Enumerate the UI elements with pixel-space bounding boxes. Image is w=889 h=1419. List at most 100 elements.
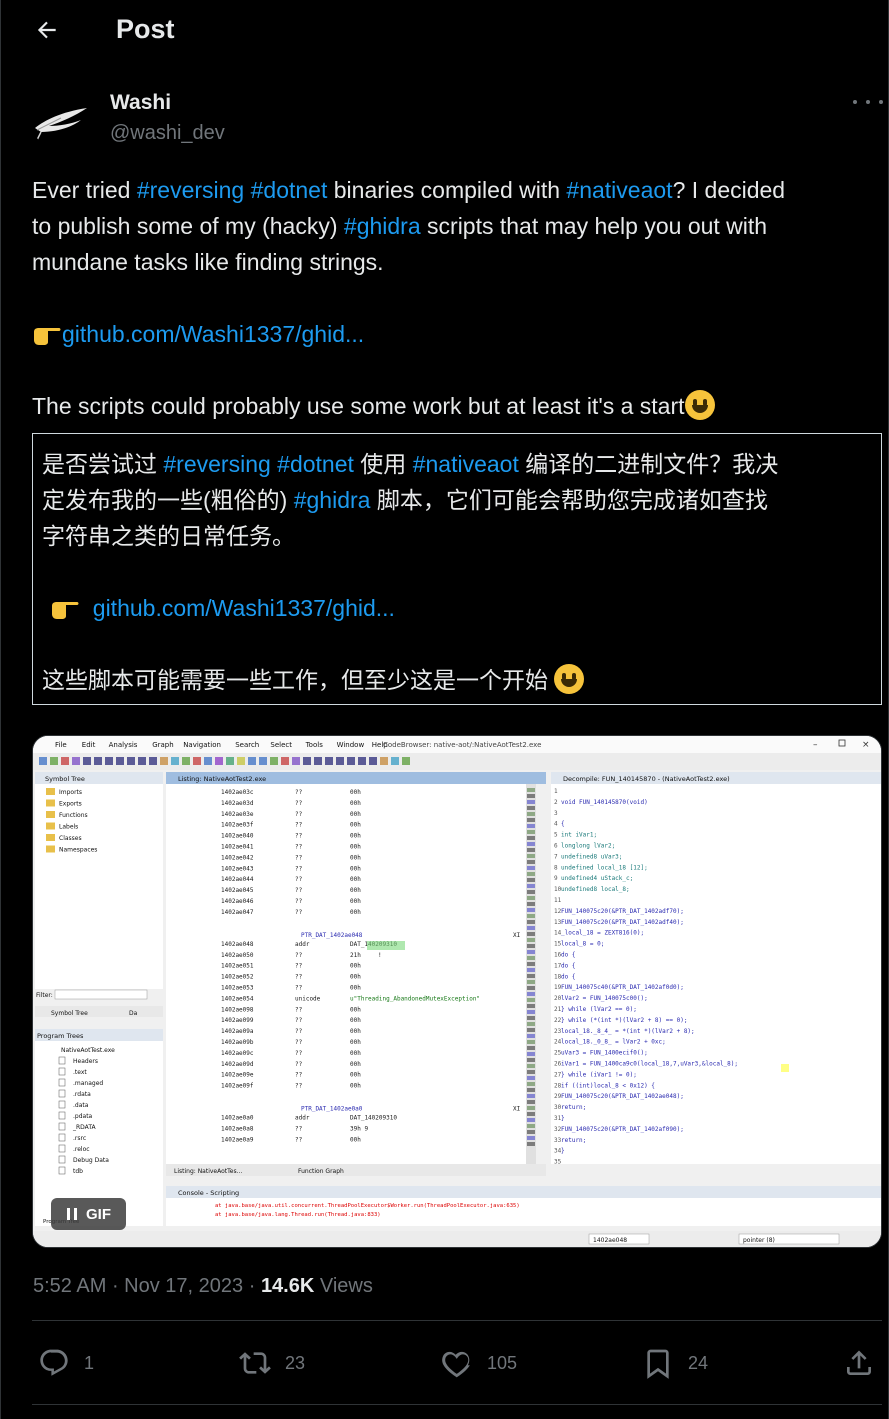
post-line: mundane tasks like finding strings. — [32, 249, 384, 275]
menu-item: Edit — [82, 741, 96, 749]
decompile-line: } — [561, 1148, 565, 1155]
divider — [32, 1404, 882, 1405]
folder-icon — [46, 834, 55, 841]
program-tree-item: .rsrc — [73, 1135, 86, 1142]
folder-icon — [46, 822, 55, 830]
listing-row-mnemonic: ?? — [295, 952, 303, 959]
overview-segment — [527, 830, 535, 834]
toolbar-icon — [358, 757, 366, 765]
listing-label: PTR_DAT_1402ae048 — [301, 932, 363, 939]
views-count: 14.6K — [260, 1275, 315, 1297]
decompile-line: local_18._8_4_ = *(int *)(lVar2 + 8); — [561, 1028, 695, 1035]
github-link[interactable]: github.com/Washi1337/ghid... — [93, 595, 395, 621]
listing-row-operand: u"Threading_AbandonedMutexException" — [350, 995, 480, 1002]
hashtag-link[interactable]: #nativeaot — [413, 451, 519, 477]
data-type-tab: Da — [129, 1010, 138, 1017]
media-gif[interactable]: File Edit Analysis Graph Navigation Search Sel… — [32, 735, 882, 1248]
overview-segment — [527, 806, 535, 810]
toolbar-icon — [314, 757, 322, 765]
author-name[interactable]: Washi — [110, 91, 171, 115]
hashtag-link[interactable]: #nativeaot — [566, 177, 672, 203]
listing-row-address: 1402ae040 — [221, 833, 254, 840]
listing-row-operand: 39h 9 — [350, 1125, 368, 1132]
toolbar-icon — [193, 757, 201, 765]
overview-segment — [527, 932, 535, 936]
listing-row-operand: 00h — [350, 898, 361, 905]
pointing-hand-icon — [52, 602, 79, 619]
hashtag-link[interactable]: #reversing — [163, 451, 270, 477]
toolbar-icon — [105, 757, 113, 765]
xref-marker: XI — [513, 932, 521, 939]
author-handle[interactable]: @washi_dev — [110, 122, 225, 145]
symbol-tree-tab: Symbol Tree — [51, 1010, 88, 1017]
line-number: 6 — [554, 843, 558, 850]
overview-segment — [527, 836, 535, 840]
decompile-line: FUN_140075c20(&PTR_DAT_1402af090); — [561, 1126, 684, 1133]
hashtag-link[interactable]: #dotnet — [251, 177, 328, 203]
program-tree-item: .rdata — [73, 1091, 91, 1098]
toolbar-icon — [215, 757, 223, 765]
repost-count: 23 — [285, 1352, 306, 1373]
translation-line — [42, 554, 872, 590]
file-icon — [58, 1067, 66, 1076]
reply-button[interactable]: 1 — [38, 1343, 94, 1383]
share-button[interactable] — [843, 1343, 875, 1383]
overview-segment — [527, 938, 535, 942]
overview-segment — [527, 1142, 535, 1146]
toolbar-icon — [72, 757, 80, 765]
overview-segment — [527, 986, 535, 990]
reply-icon — [40, 1349, 68, 1376]
like-button[interactable]: 105 — [441, 1343, 517, 1383]
symbol-tree-item: Namespaces — [59, 847, 97, 854]
overview-segment — [527, 920, 535, 924]
hashtag-link[interactable]: #reversing — [137, 177, 244, 203]
listing-title: Listing: NativeAotTest2.exe — [178, 775, 266, 783]
hashtag-link[interactable]: #ghidra — [294, 487, 371, 513]
bookmark-button[interactable]: 24 — [642, 1343, 708, 1383]
toolbar-icon — [138, 757, 146, 765]
overview-segment — [527, 1106, 535, 1110]
program-root: NativeAotTest.exe — [61, 1047, 115, 1054]
menu-item: Select — [270, 741, 292, 749]
menu-item: Analysis — [109, 741, 138, 749]
listing-row-operand: 00h — [350, 1028, 361, 1035]
gif-badge[interactable]: GIF — [51, 1198, 126, 1230]
listing-row-operand: 00h — [350, 985, 361, 992]
translation-line — [42, 626, 872, 662]
toolbar-icon — [270, 757, 278, 765]
listing-row-operand: 00h — [350, 1061, 361, 1068]
post-date[interactable]: Nov 17, 2023 — [124, 1275, 243, 1297]
listing-row-mnemonic: ?? — [295, 985, 303, 992]
translation-line: 这些脚本可能需要一些工作，但至少这是一个开始 — [42, 662, 872, 698]
decompile-line: do { — [561, 962, 575, 969]
listing-row-mnemonic: ?? — [295, 1072, 303, 1079]
file-icon — [58, 1056, 66, 1065]
more-options-button[interactable] — [853, 92, 883, 112]
overview-segment — [527, 872, 535, 876]
avatar[interactable] — [31, 90, 91, 150]
file-icon — [58, 1155, 66, 1164]
hashtag-link[interactable]: #dotnet — [277, 451, 354, 477]
reply-count: 1 — [84, 1352, 95, 1373]
overview-segment — [527, 1112, 535, 1116]
file-icon — [58, 1111, 66, 1120]
decompile-line: int iVar1; — [561, 832, 597, 839]
listing-row-address: 1402ae051 — [221, 963, 254, 970]
overview-segment — [527, 956, 535, 960]
repost-button[interactable]: 23 — [239, 1343, 305, 1383]
listing-row-operand: 00h — [350, 1017, 361, 1024]
github-link[interactable]: github.com/Washi1337/ghid... — [62, 321, 364, 347]
post-time[interactable]: 5:52 AM — [33, 1275, 106, 1297]
translation-body: 是否尝试过 #reversing #dotnet 使用 #nativeaot 编… — [42, 446, 872, 698]
hashtag-link[interactable]: #ghidra — [344, 213, 421, 239]
listing-row-operand: 00h — [350, 1006, 361, 1013]
menu-item: Search — [235, 741, 259, 749]
back-button[interactable] — [29, 12, 65, 48]
decompile-line: void FUN_140145870(void) — [561, 799, 648, 806]
listing-row-address: 1402ae047 — [221, 909, 254, 916]
overview-segment — [527, 1136, 535, 1140]
overview-segment — [527, 998, 535, 1002]
overview-segment — [527, 800, 535, 804]
listing-row-operand: 00h — [350, 876, 361, 883]
file-icon — [58, 1122, 66, 1131]
